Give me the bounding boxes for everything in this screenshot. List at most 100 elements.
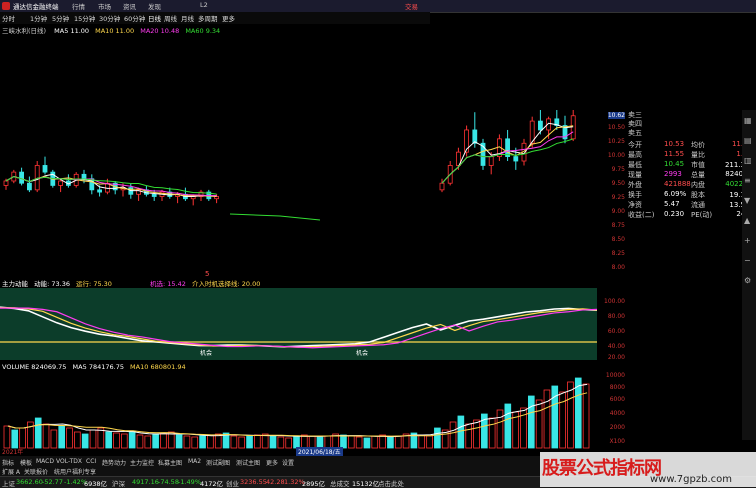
indicator-label: 介入时机选择线:	[191, 280, 240, 288]
tab-settings[interactable]: 设置	[282, 458, 294, 467]
volume-bar	[50, 429, 58, 449]
volume-bar	[426, 435, 433, 449]
volume-bar	[238, 436, 246, 449]
volume-bar	[559, 391, 566, 449]
tab-related-quote[interactable]: 关联报价	[24, 467, 48, 476]
menu-item-discover[interactable]: 发现	[148, 1, 161, 11]
candle-body	[42, 165, 48, 173]
tab-private-chart[interactable]: 私募主图	[158, 458, 182, 467]
tab-extend[interactable]: 扩展 A	[2, 467, 20, 476]
settings-icon[interactable]: ⚙	[744, 276, 751, 285]
menu-item-exchange[interactable]: 市场	[98, 1, 111, 11]
volume-bar	[355, 436, 363, 449]
volume-bar	[34, 417, 42, 449]
menu-item-market[interactable]: 行情	[72, 1, 85, 11]
period-tab[interactable]: 多周期	[198, 13, 218, 23]
quote-key: 最低	[628, 161, 642, 169]
plus-icon[interactable]: +	[744, 236, 751, 245]
price-axis-label: 8.25	[611, 250, 625, 257]
period-tab[interactable]: 60分钟	[124, 13, 145, 23]
volume-bar	[199, 435, 206, 449]
volume-bar	[152, 433, 159, 449]
list-icon[interactable]: ≡	[744, 176, 751, 185]
volume-chart[interactable]	[0, 372, 597, 454]
period-tab[interactable]: 5分钟	[52, 13, 69, 23]
tab-macd[interactable]: MACD	[36, 458, 54, 465]
chart-icon[interactable]: ▥	[744, 156, 752, 165]
period-tab-active[interactable]: 日线	[148, 13, 161, 23]
price-axis-label: 10.62	[607, 112, 625, 119]
tab-vol-tdx[interactable]: VOL-TDX	[56, 458, 82, 465]
menu-item-news[interactable]: 资讯	[123, 1, 136, 11]
kline-chart[interactable]	[0, 34, 597, 274]
volume-ma10: 680801.94	[150, 363, 186, 371]
price-axis-label: 8.75	[611, 222, 625, 229]
tab-ma2[interactable]: MA2	[188, 458, 201, 465]
period-tab[interactable]: 15分钟	[74, 13, 95, 23]
volume-bar	[81, 433, 89, 449]
period-tab[interactable]: 分时	[2, 13, 15, 23]
kline-marker: 5	[205, 270, 210, 278]
indicator-value: 73.36	[51, 280, 70, 288]
volume-bar	[504, 403, 512, 449]
opportunity-label: 机会	[356, 350, 369, 357]
menu-item-l2[interactable]: L2	[200, 1, 208, 9]
tab-indicator[interactable]: 指标	[2, 458, 14, 467]
indicator-name[interactable]: 主力动能	[2, 280, 28, 288]
tab-more[interactable]: 更多	[266, 458, 278, 467]
volume-bar	[105, 431, 112, 449]
volume-bar	[42, 423, 50, 449]
volume-bar	[269, 435, 277, 449]
indicator-label: 运行:	[76, 280, 92, 288]
indicator-axis-label: 60.00	[607, 328, 625, 335]
period-tab[interactable]: 1分钟	[30, 13, 47, 23]
indicator-pane[interactable]: 机会 机会	[0, 288, 598, 360]
price-axis-label: 9.75	[611, 166, 625, 173]
tab-trend-power[interactable]: 趋势动力	[102, 458, 126, 467]
up-arrow-icon[interactable]: ▲	[744, 216, 750, 225]
period-tab[interactable]: 周线	[164, 13, 177, 23]
down-arrow-icon[interactable]: ▼	[744, 196, 750, 205]
period-tab[interactable]: 30分钟	[99, 13, 120, 23]
volume-axis: 10000 8000 6000 4000 2000 X100	[597, 372, 627, 454]
tab-user-benefit[interactable]: 统用户福利专享	[54, 467, 96, 476]
quote-key: 净资	[628, 201, 642, 209]
trade-button[interactable]: 交易	[405, 1, 418, 11]
volume-bar	[473, 419, 480, 449]
volume-ma5-label: MA5	[72, 363, 87, 371]
table-icon[interactable]: ▤	[744, 136, 752, 145]
candle-body	[439, 182, 445, 191]
period-tab[interactable]: 月线	[181, 13, 194, 23]
candle-body	[151, 193, 157, 197]
indicator-axis-label: 20.00	[607, 354, 625, 361]
tab-main-monitor[interactable]: 主力监控	[130, 458, 154, 467]
quote-value: 2993	[664, 170, 682, 178]
volume-bar	[160, 432, 167, 449]
volume-value: 824069.75	[31, 363, 67, 371]
candle-body	[3, 180, 9, 186]
grid-icon[interactable]: ▦	[744, 116, 752, 125]
tab-test-sub[interactable]: 测试副图	[206, 458, 230, 467]
tab-test-main[interactable]: 测试主图	[236, 458, 260, 467]
candle-body	[513, 156, 519, 162]
quote-key: 均价	[691, 141, 705, 149]
quote-value: 11.55	[664, 150, 685, 158]
period-tab[interactable]: 更多	[222, 13, 235, 23]
volume-bar	[387, 436, 394, 449]
volume-bar	[183, 435, 191, 449]
quote-value: 5.47	[664, 200, 680, 208]
status-item: 4917.16	[132, 478, 159, 486]
volume-name[interactable]: VOLUME	[2, 363, 29, 371]
quote-key: 内盘	[691, 181, 705, 189]
quote-value: 10.53	[664, 140, 685, 148]
tab-template[interactable]: 模板	[20, 458, 32, 467]
volume-bar	[574, 377, 582, 449]
volume-bar	[363, 437, 371, 449]
minus-icon[interactable]: −	[744, 256, 751, 265]
watermark-text: 股票公式指标网	[542, 458, 662, 479]
volume-axis-label: X100	[609, 438, 625, 445]
indicator-label: 动能:	[34, 280, 50, 288]
volume-bar	[191, 436, 199, 449]
tab-cci[interactable]: CCI	[86, 458, 96, 465]
volume-bar	[58, 425, 66, 449]
